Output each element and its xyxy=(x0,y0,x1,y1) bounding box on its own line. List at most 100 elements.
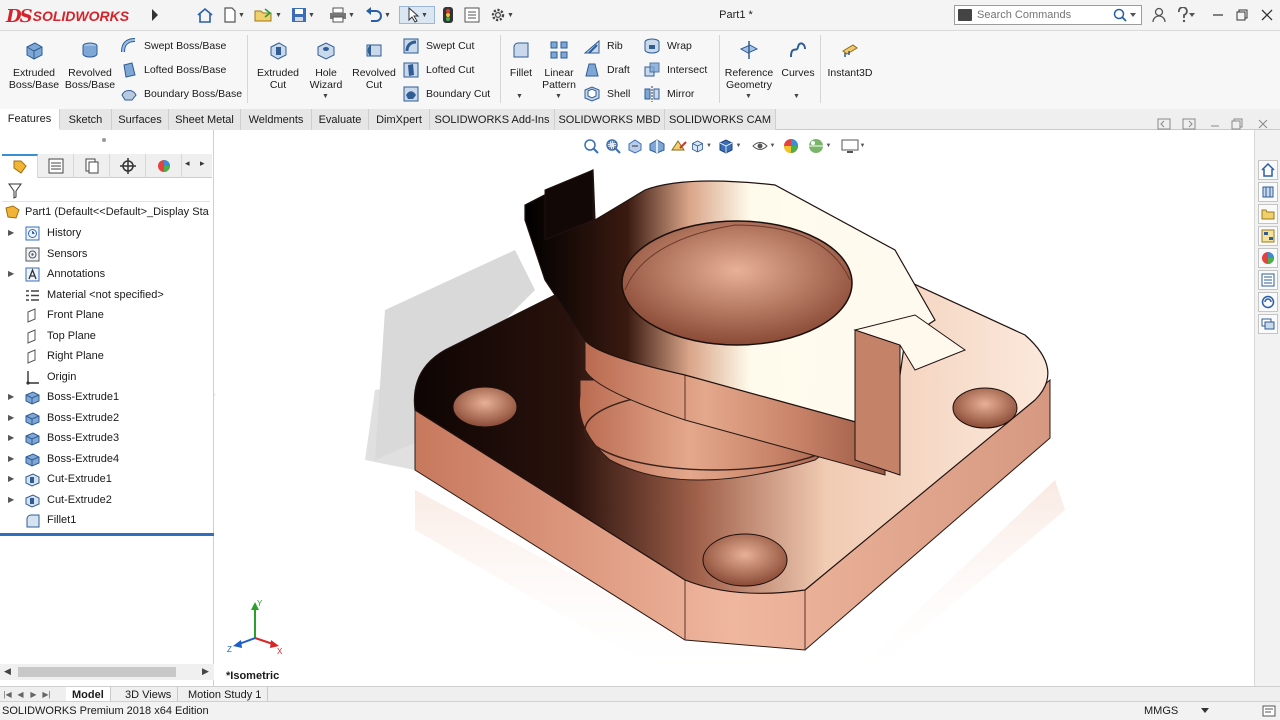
new-document-icon[interactable]: ▼ xyxy=(220,6,248,24)
swept-cut-button[interactable]: Swept Cut xyxy=(402,37,474,55)
tabs-scroll-right-icon[interactable]: ▸ xyxy=(200,158,205,169)
swept-boss-button[interactable]: Swept Boss/Base xyxy=(120,37,226,55)
tab-sketch[interactable]: Sketch xyxy=(60,109,112,130)
tree-item-boss-extrude2[interactable]: ▶ Boss-Extrude2 xyxy=(0,409,214,428)
solidworks-resources-icon[interactable] xyxy=(1258,160,1278,180)
mirror-button[interactable]: Mirror xyxy=(643,85,694,103)
tree-item-boss-extrude4[interactable]: ▶ Boss-Extrude4 xyxy=(0,450,214,469)
first-tab-icon[interactable]: |◀ xyxy=(2,688,13,700)
tab-3d-views[interactable]: 3D Views xyxy=(119,687,179,702)
undo-icon[interactable]: ▼ xyxy=(363,6,393,24)
tabs-scroll-left-icon[interactable]: ◂ xyxy=(185,158,190,169)
previous-view-icon[interactable] xyxy=(1155,117,1173,131)
tree-filter[interactable] xyxy=(2,180,210,202)
custom-properties-icon[interactable] xyxy=(1258,270,1278,290)
display-style-icon[interactable]: ▼ xyxy=(712,136,746,156)
expand-arrow-icon[interactable]: ▶ xyxy=(8,433,14,442)
boundary-cut-button[interactable]: Boundary Cut xyxy=(402,85,490,103)
expand-arrow-icon[interactable]: ▶ xyxy=(8,392,14,401)
zoom-to-area-icon[interactable] xyxy=(602,136,624,156)
tab-surfaces[interactable]: Surfaces xyxy=(112,109,169,130)
expand-arrow-icon[interactable]: ▶ xyxy=(8,228,14,237)
lofted-boss-button[interactable]: Lofted Boss/Base xyxy=(120,61,226,79)
fillet-dropdown-icon[interactable]: ▼ xyxy=(516,93,523,100)
property-manager-tab[interactable] xyxy=(38,154,74,178)
tree-item-origin[interactable]: Origin xyxy=(0,368,214,387)
search-commands[interactable] xyxy=(954,5,1142,25)
curves-button[interactable]: Curves xyxy=(779,39,817,79)
help-icon[interactable] xyxy=(1172,6,1200,24)
draft-button[interactable]: Draft xyxy=(583,61,630,79)
scroll-right-icon[interactable]: ▶ xyxy=(202,666,209,677)
intersect-button[interactable]: Intersect xyxy=(643,61,707,79)
tab-solidworks-add-ins[interactable]: SOLIDWORKS Add-Ins xyxy=(430,109,555,130)
viewport-close-icon[interactable] xyxy=(1254,117,1272,131)
expand-arrow-icon[interactable]: ▶ xyxy=(8,269,14,278)
tree-item-boss-extrude3[interactable]: ▶ Boss-Extrude3 xyxy=(0,429,214,448)
unit-system-selector[interactable]: MMGS xyxy=(1144,705,1178,717)
scroll-thumb[interactable] xyxy=(18,667,176,677)
rebuild-icon[interactable] xyxy=(438,6,458,24)
last-tab-icon[interactable]: ▶| xyxy=(41,688,52,700)
design-library-icon[interactable] xyxy=(1258,182,1278,202)
units-dropdown-icon[interactable] xyxy=(1200,707,1210,715)
dynamic-annotation-icon[interactable] xyxy=(668,136,690,156)
section-view-icon[interactable] xyxy=(646,136,668,156)
tree-item-material[interactable]: Material <not specified> xyxy=(0,286,214,305)
rib-button[interactable]: Rib xyxy=(583,37,623,55)
tree-item-top-plane[interactable]: Top Plane xyxy=(0,327,214,346)
search-icon[interactable] xyxy=(1113,8,1137,22)
boundary-boss-button[interactable]: Boundary Boss/Base xyxy=(120,85,242,103)
tree-item-front-plane[interactable]: Front Plane xyxy=(0,306,214,325)
expand-arrow-icon[interactable]: ▶ xyxy=(8,413,14,422)
tree-item-history[interactable]: ▶ History xyxy=(0,224,214,243)
apply-scene-icon[interactable]: ▼ xyxy=(802,136,836,156)
print-icon[interactable]: ▼ xyxy=(327,6,357,24)
view-palette-icon[interactable] xyxy=(1258,226,1278,246)
tab-model[interactable]: Model xyxy=(66,687,111,702)
curves-dropdown-icon[interactable]: ▼ xyxy=(793,93,800,100)
viewport-restore-icon[interactable] xyxy=(1228,117,1246,131)
minimize-icon[interactable] xyxy=(1208,6,1228,24)
panel-grip-icon[interactable] xyxy=(100,137,108,143)
next-tab-icon[interactable]: ▶ xyxy=(28,688,39,700)
instant3d-button[interactable]: Instant3D xyxy=(822,39,878,79)
viewport-minimize-icon[interactable] xyxy=(1206,117,1224,131)
previous-view-hud-icon[interactable] xyxy=(624,136,646,156)
configuration-manager-tab[interactable] xyxy=(74,154,110,178)
model-viewport[interactable] xyxy=(215,130,1254,686)
fillet-button[interactable]: Fillet xyxy=(504,39,538,79)
tab-sheet-metal[interactable]: Sheet Metal xyxy=(169,109,241,130)
hole-wizard-dropdown-icon[interactable]: ▼ xyxy=(322,93,329,100)
tab-motion-study[interactable]: Motion Study 1 xyxy=(182,687,269,702)
options-gear-icon[interactable]: ▼ xyxy=(485,6,519,24)
tab-weldments[interactable]: Weldments xyxy=(241,109,312,130)
tab-features[interactable]: Features xyxy=(0,109,60,130)
view-orientation-icon[interactable]: ▼ xyxy=(690,136,712,156)
file-explorer-icon[interactable] xyxy=(1258,204,1278,224)
tab-dimxpert[interactable]: DimXpert xyxy=(369,109,430,130)
tree-item-boss-extrude1[interactable]: ▶ Boss-Extrude1 xyxy=(0,388,214,407)
tree-item-cut-extrude1[interactable]: ▶ Cut-Extrude1 xyxy=(0,470,214,489)
tab-evaluate[interactable]: Evaluate xyxy=(312,109,369,130)
restore-icon[interactable] xyxy=(1232,6,1252,24)
dimxpert-manager-tab[interactable] xyxy=(110,154,146,178)
tree-root-part[interactable]: Part1 (Default<<Default>_Display Sta xyxy=(0,203,214,222)
solidworks-logo[interactable]: DS SOLIDWORKS xyxy=(6,5,129,27)
save-icon[interactable]: ▼ xyxy=(289,6,317,24)
tree-item-annotations[interactable]: ▶ Annotations xyxy=(0,265,214,284)
display-manager-tab[interactable] xyxy=(146,154,182,178)
reference-geometry-button[interactable]: Reference Geometry xyxy=(722,39,776,91)
expand-arrow-icon[interactable]: ▶ xyxy=(8,495,14,504)
tree-item-right-plane[interactable]: Right Plane xyxy=(0,347,214,366)
home-icon[interactable] xyxy=(194,6,216,24)
user-account-icon[interactable] xyxy=(1149,6,1169,24)
tab-solidworks-mbd[interactable]: SOLIDWORKS MBD xyxy=(555,109,665,130)
extruded-boss-button[interactable]: Extruded Boss/Base xyxy=(6,39,62,91)
expand-arrow-icon[interactable]: ▶ xyxy=(8,474,14,483)
status-options-icon[interactable] xyxy=(1262,704,1276,718)
revolved-boss-button[interactable]: Revolved Boss/Base xyxy=(63,39,117,91)
search-input[interactable] xyxy=(977,8,1107,22)
tree-item-cut-extrude2[interactable]: ▶ Cut-Extrude2 xyxy=(0,491,214,510)
tree-item-fillet1[interactable]: Fillet1 xyxy=(0,511,214,530)
